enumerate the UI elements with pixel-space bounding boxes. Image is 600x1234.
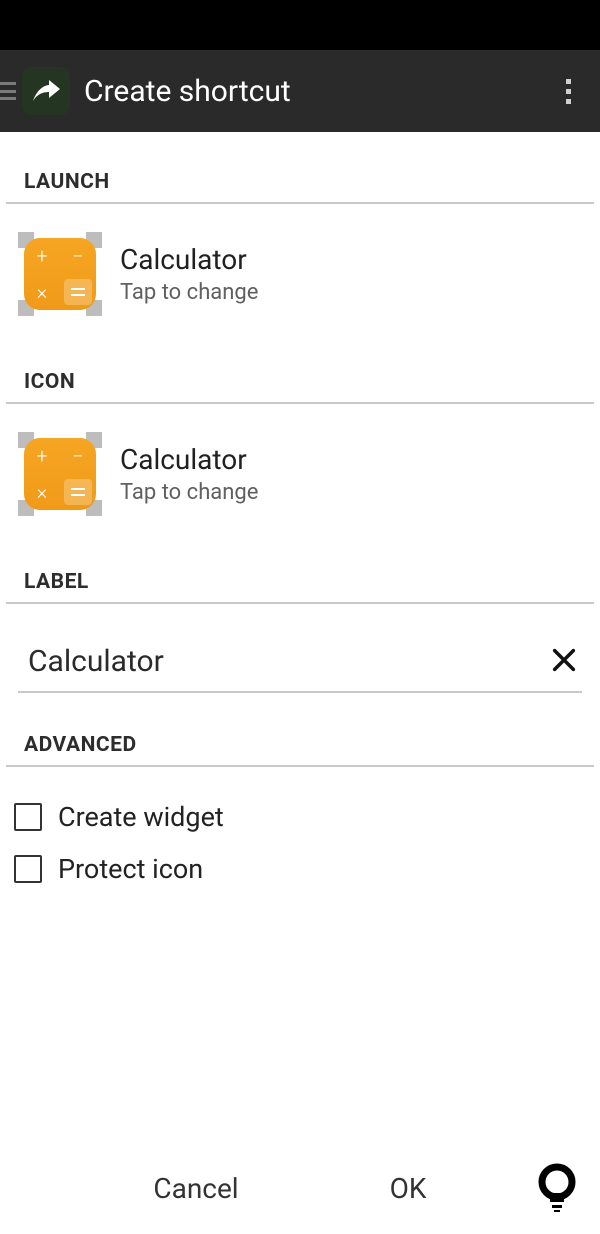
overflow-menu-button[interactable]: [548, 71, 588, 111]
section-header-icon: ICON: [6, 330, 594, 404]
protect-icon-label: Protect icon: [58, 853, 203, 885]
app-bar: Create shortcut: [0, 50, 600, 132]
protect-icon-checkbox[interactable]: [14, 855, 42, 883]
cancel-button[interactable]: Cancel: [90, 1172, 302, 1205]
launch-title: Calculator: [120, 243, 258, 276]
icon-subtitle: Tap to change: [120, 480, 258, 505]
advanced-options: Create widget Protect icon: [0, 767, 600, 919]
close-icon: [550, 646, 578, 674]
label-input[interactable]: [18, 634, 546, 685]
ok-button[interactable]: OK: [302, 1172, 514, 1205]
create-widget-checkbox[interactable]: [14, 803, 42, 831]
content-area: LAUNCH +−× Calculator Tap to change ICON…: [0, 132, 600, 919]
app-icon[interactable]: [22, 67, 70, 115]
share-arrow-icon: [31, 79, 61, 103]
clear-label-button[interactable]: [546, 642, 582, 678]
launch-subtitle: Tap to change: [120, 280, 258, 305]
section-header-advanced: ADVANCED: [6, 693, 594, 767]
icon-text: Calculator Tap to change: [120, 443, 258, 505]
launch-row[interactable]: +−× Calculator Tap to change: [0, 204, 600, 330]
hint-button[interactable]: [514, 1162, 600, 1214]
status-bar: [0, 0, 600, 50]
label-input-row: [18, 634, 582, 693]
icon-title: Calculator: [120, 443, 258, 476]
page-title: Create shortcut: [84, 74, 548, 109]
calculator-icon: +−×: [18, 432, 102, 516]
icon-row[interactable]: +−× Calculator Tap to change: [0, 404, 600, 530]
hamburger-icon[interactable]: [0, 82, 16, 100]
calculator-icon: +−×: [18, 232, 102, 316]
protect-icon-row[interactable]: Protect icon: [14, 843, 586, 895]
section-header-label: LABEL: [6, 530, 594, 604]
bottom-bar: Cancel OK: [0, 1142, 600, 1234]
launch-text: Calculator Tap to change: [120, 243, 258, 305]
lightbulb-icon: [535, 1162, 579, 1214]
create-widget-label: Create widget: [58, 801, 224, 833]
section-header-launch: LAUNCH: [6, 132, 594, 204]
create-widget-row[interactable]: Create widget: [14, 791, 586, 843]
